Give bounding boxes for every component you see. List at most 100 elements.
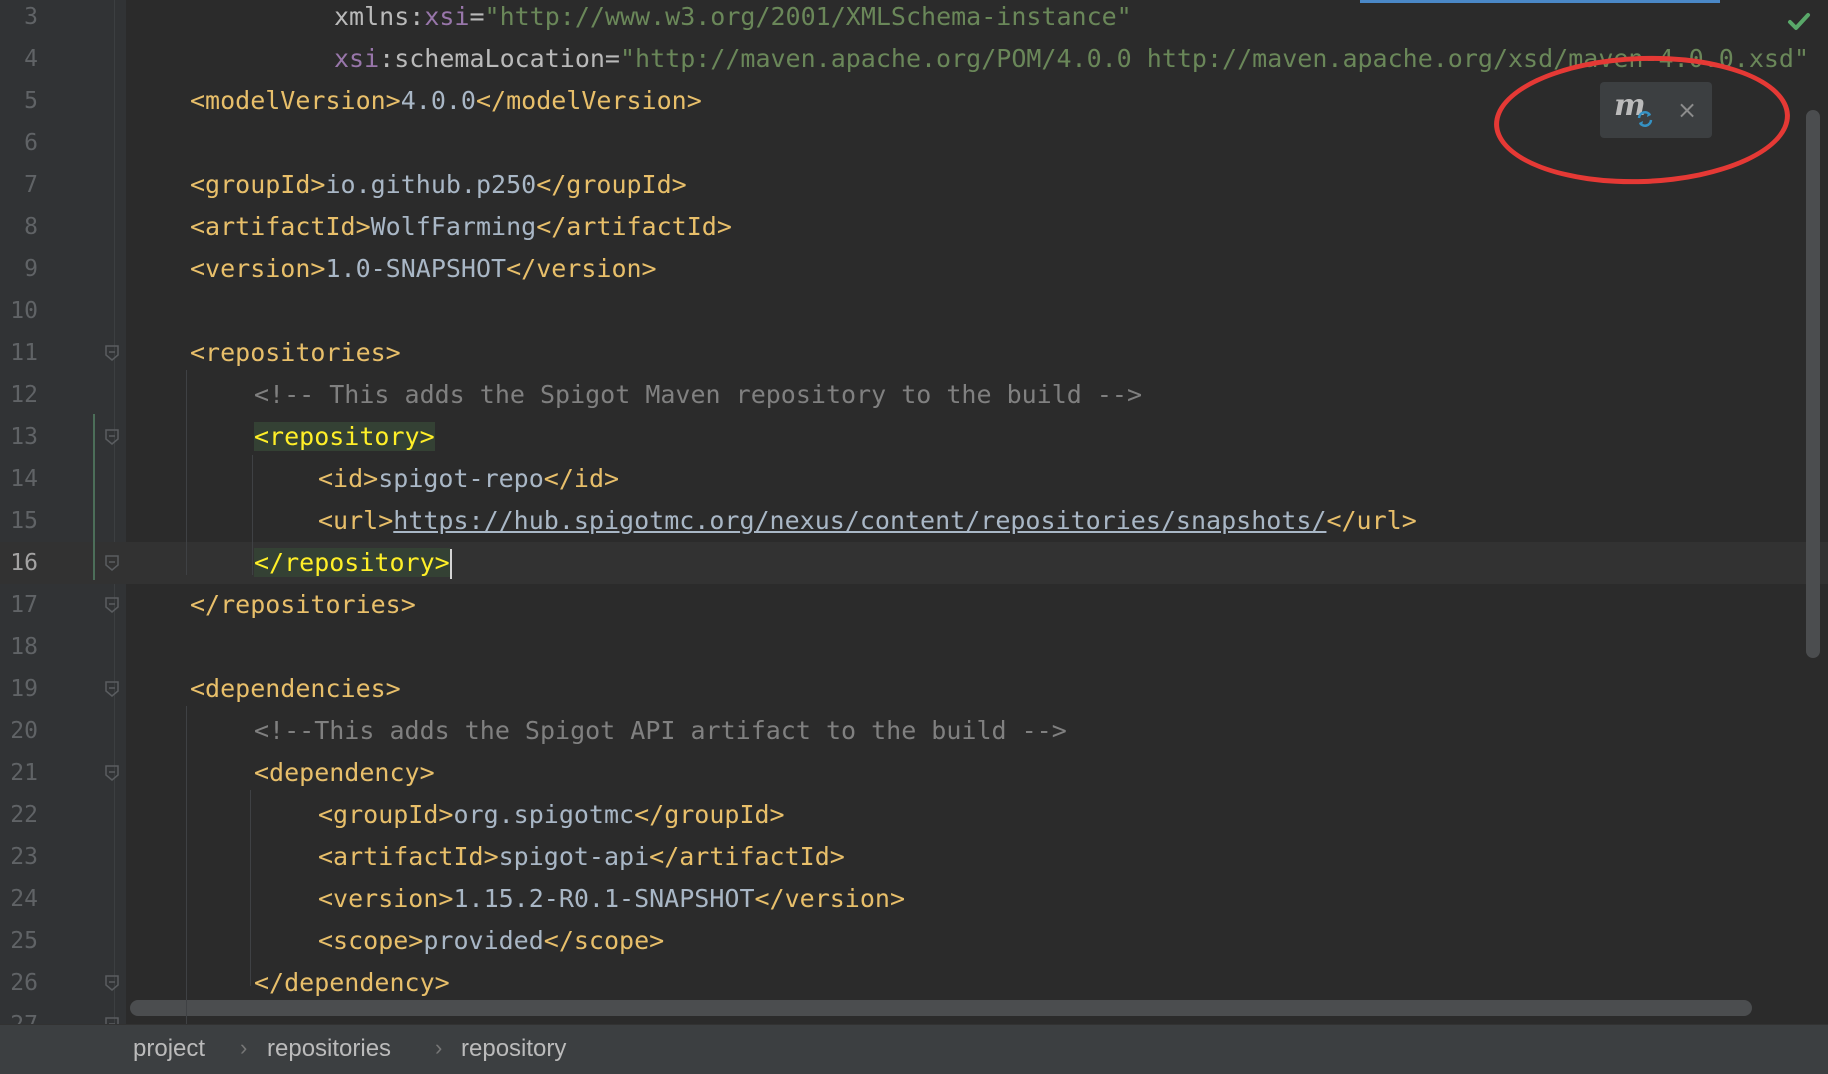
text-caret	[449, 549, 452, 579]
xml-value: 4.0.0	[400, 86, 476, 115]
code-text: <dependencies>	[190, 668, 401, 710]
xml-value: 1.15.2-R0.1-SNAPSHOT	[453, 884, 755, 913]
indent-guide	[250, 790, 251, 986]
code-text: </repository>	[254, 542, 452, 584]
fold-marker-icon[interactable]	[104, 1016, 120, 1024]
fold-marker-icon[interactable]	[104, 680, 120, 698]
line-number: 15	[10, 508, 38, 534]
xml-tag: <id>	[318, 464, 379, 493]
code-line[interactable]: 25 <scope>provided</scope>	[0, 920, 1828, 962]
breadcrumb-item-repository[interactable]: repository	[461, 1025, 566, 1073]
xml-value: =	[469, 2, 485, 31]
checkmark-icon[interactable]	[1787, 12, 1811, 32]
fold-marker-icon[interactable]	[104, 344, 120, 362]
xml-tag: </repository>	[254, 548, 450, 577]
line-number: 11	[10, 340, 38, 366]
vcs-change-marker[interactable]	[93, 414, 95, 580]
code-line[interactable]: 3 xmlns:xsi="http://www.w3.org/2001/XMLSc…	[0, 0, 1828, 38]
xml-value: xsi	[424, 2, 470, 31]
line-number: 19	[10, 676, 38, 702]
code-text: <repositories>	[190, 332, 401, 374]
xml-tag: <dependencies>	[190, 674, 401, 703]
code-text: <!--This adds the Spigot API artifact to…	[254, 710, 1067, 752]
xml-tag: </scope>	[543, 926, 665, 955]
xml-tag: <url>	[318, 506, 394, 535]
line-number: 3	[24, 4, 38, 30]
breadcrumb-item-project[interactable]: project	[133, 1025, 205, 1073]
xml-value: spigot-api	[498, 842, 650, 871]
xml-value: xmlns:	[334, 2, 425, 31]
url-link[interactable]: https://hub.spigotmc.org/nexus/content/r…	[393, 506, 1326, 535]
code-text: <artifactId>WolfFarming</artifactId>	[190, 206, 732, 248]
xml-tag: </artifactId>	[649, 842, 845, 871]
xml-tag: </artifactId>	[536, 212, 732, 241]
code-line[interactable]: 8 <artifactId>WolfFarming</artifactId>	[0, 206, 1828, 248]
code-line[interactable]: 15 <url>https://hub.spigotmc.org/nexus/co…	[0, 500, 1828, 542]
line-number: 18	[10, 634, 38, 660]
breadcrumb-item-repositories[interactable]: repositories	[267, 1025, 391, 1073]
fold-marker-icon[interactable]	[104, 428, 120, 446]
vertical-scrollbar[interactable]	[1806, 110, 1820, 658]
xml-tag: </modelVersion>	[475, 86, 702, 115]
code-line[interactable]: 21 <dependency>	[0, 752, 1828, 794]
code-line[interactable]: 18	[0, 626, 1828, 668]
code-line[interactable]: 12 <!-- This adds the Spigot Maven reposi…	[0, 374, 1828, 416]
code-line[interactable]: 10	[0, 290, 1828, 332]
code-line[interactable]: 24 <version>1.15.2-R0.1-SNAPSHOT</version…	[0, 878, 1828, 920]
line-number: 13	[10, 424, 38, 450]
code-text: <artifactId>spigot-api</artifactId>	[318, 836, 845, 878]
xml-tag: <modelVersion>	[190, 86, 401, 115]
code-line[interactable]: 9 <version>1.0-SNAPSHOT</version>	[0, 248, 1828, 290]
xml-tag: </groupId>	[536, 170, 687, 199]
code-line[interactable]: 11 <repositories>	[0, 332, 1828, 374]
code-text: </dependency>	[254, 962, 450, 1004]
code-text: <id>spigot-repo</id>	[318, 458, 619, 500]
code-line[interactable]: 13 <repository>	[0, 416, 1828, 458]
code-line[interactable]: 23 <artifactId>spigot-api</artifactId>	[0, 836, 1828, 878]
xml-tag: <groupId>	[190, 170, 326, 199]
code-editor[interactable]: 3 xmlns:xsi="http://www.w3.org/2001/XMLSc…	[0, 0, 1828, 1024]
code-line[interactable]: 26 </dependency>	[0, 962, 1828, 1004]
line-number: 24	[10, 886, 38, 912]
xml-tag: </dependency>	[254, 968, 450, 997]
breadcrumb-separator: ›	[435, 1035, 443, 1060]
code-text: xmlns:xsi="http://www.w3.org/2001/XMLSch…	[334, 0, 1132, 38]
code-line[interactable]: 19 <dependencies>	[0, 668, 1828, 710]
line-number: 4	[24, 46, 38, 72]
horizontal-scrollbar[interactable]	[130, 1000, 1752, 1016]
fold-marker-icon[interactable]	[104, 596, 120, 614]
code-text: <modelVersion>4.0.0</modelVersion>	[190, 80, 702, 122]
code-text: <repository>	[254, 416, 435, 458]
xml-tag: <dependency>	[254, 758, 435, 787]
line-number: 26	[10, 970, 38, 996]
fold-marker-icon[interactable]	[104, 974, 120, 992]
line-number: 21	[10, 760, 38, 786]
top-progress-indicator	[1360, 0, 1720, 3]
fold-marker-icon[interactable]	[104, 764, 120, 782]
xml-tag: <artifactId>	[318, 842, 499, 871]
fold-marker-icon[interactable]	[104, 554, 120, 572]
xml-value: WolfFarming	[370, 212, 537, 241]
xml-tag: <repositories>	[190, 338, 401, 367]
line-number: 25	[10, 928, 38, 954]
code-text: <!-- This adds the Spigot Maven reposito…	[254, 374, 1142, 416]
code-text: <version>1.0-SNAPSHOT</version>	[190, 248, 657, 290]
line-number: 16	[10, 550, 38, 576]
indent-guide	[186, 370, 187, 575]
line-number: 10	[10, 298, 38, 324]
code-text: <url>https://hub.spigotmc.org/nexus/cont…	[318, 500, 1417, 542]
xml-value: 1.0-SNAPSHOT	[325, 254, 507, 283]
xml-value: spigot-repo	[378, 464, 544, 493]
xml-tag: </version>	[506, 254, 657, 283]
code-line[interactable]: 16 </repository>	[0, 542, 1828, 584]
breadcrumb-separator: ›	[240, 1035, 248, 1060]
xml-comment: <!--This adds the Spigot API artifact to…	[254, 716, 1067, 745]
line-number: 23	[10, 844, 38, 870]
line-number: 17	[10, 592, 38, 618]
code-line[interactable]: 17 </repositories>	[0, 584, 1828, 626]
code-line[interactable]: 20 <!--This adds the Spigot API artifact …	[0, 710, 1828, 752]
xml-tag: <version>	[190, 254, 326, 283]
code-line[interactable]: 14 <id>spigot-repo</id>	[0, 458, 1828, 500]
code-line[interactable]: 22 <groupId>org.spigotmc</groupId>	[0, 794, 1828, 836]
line-number: 6	[24, 130, 38, 156]
